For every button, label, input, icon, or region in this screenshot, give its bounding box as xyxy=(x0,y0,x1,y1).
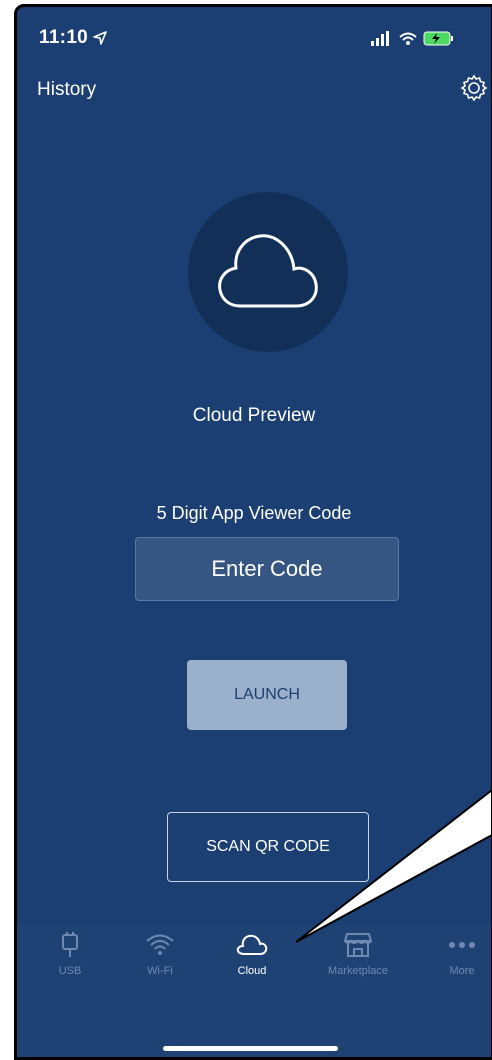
code-input[interactable] xyxy=(135,537,399,601)
history-link[interactable]: History xyxy=(37,79,96,101)
tab-more[interactable]: More xyxy=(417,929,491,977)
tab-bar: USB Wi-Fi Cloud Marketplace More xyxy=(17,925,491,1057)
tab-usb[interactable]: USB xyxy=(25,929,115,977)
cloud-icon xyxy=(218,234,318,308)
signal-icon xyxy=(371,31,453,46)
status-time-text: 11:10 xyxy=(39,27,89,48)
launch-button[interactable]: LAUNCH xyxy=(187,660,347,730)
tab-cloud-label: Cloud xyxy=(237,965,267,977)
code-label: 5 Digit App Viewer Code xyxy=(156,503,352,523)
cloud-hero xyxy=(188,192,348,352)
app-screen: 11:10 History Cloud Preview 5 Digit App … xyxy=(14,4,492,1060)
more-icon xyxy=(449,942,475,948)
status-bar: 11:10 xyxy=(17,7,491,57)
scan-qr-button[interactable]: SCAN QR CODE xyxy=(167,812,369,882)
location-arrow-icon xyxy=(93,31,107,45)
tab-more-label: More xyxy=(449,965,475,977)
tab-wifi[interactable]: Wi-Fi xyxy=(115,929,205,977)
tab-usb-label: USB xyxy=(58,965,82,977)
tab-marketplace-label: Marketplace xyxy=(328,965,388,977)
page-title: Cloud Preview xyxy=(192,405,316,426)
home-indicator xyxy=(163,1046,338,1051)
tab-wifi-label: Wi-Fi xyxy=(147,965,173,977)
usb-icon xyxy=(62,932,78,957)
tab-cloud[interactable]: Cloud xyxy=(207,929,297,977)
wifi-icon xyxy=(146,934,174,955)
cloud-icon xyxy=(236,934,268,955)
status-time: 11:10 xyxy=(39,27,107,49)
storefront-icon xyxy=(344,933,372,957)
gear-icon[interactable] xyxy=(459,73,489,103)
tab-marketplace[interactable]: Marketplace xyxy=(313,929,403,977)
